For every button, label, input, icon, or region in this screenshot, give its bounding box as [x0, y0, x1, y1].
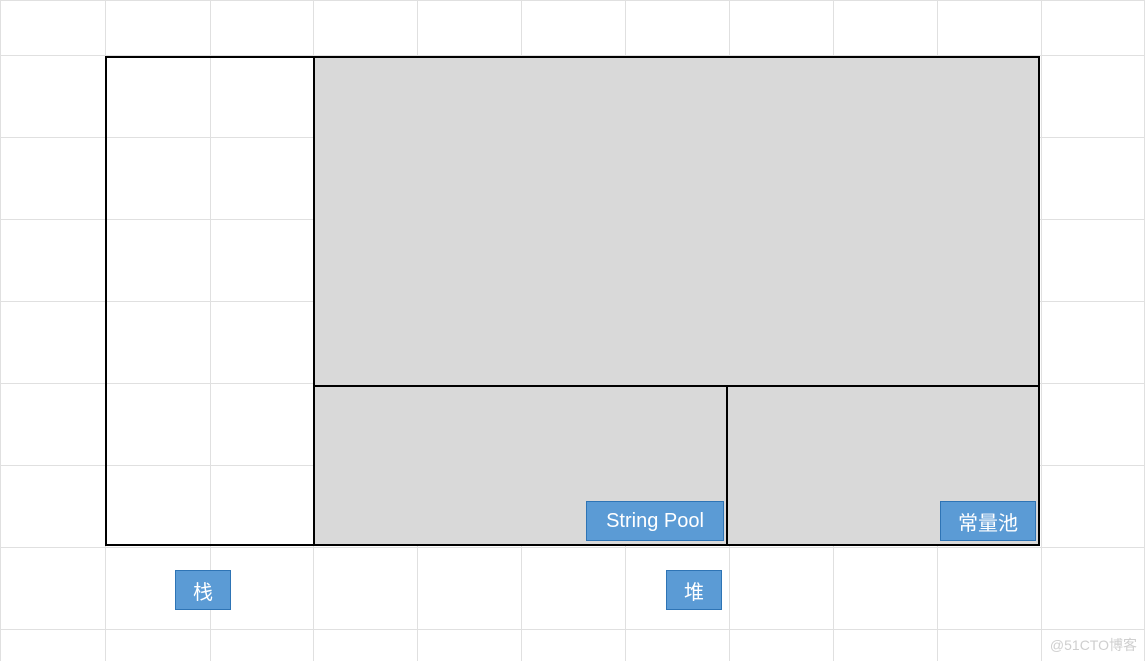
watermark-text: @51CTO博客 [1050, 635, 1137, 655]
string-pool-label: String Pool [586, 501, 724, 541]
grid-h [0, 629, 1145, 630]
grid-h [0, 0, 1145, 1]
heap-label: 堆 [666, 570, 722, 610]
constant-pool-label: 常量池 [940, 501, 1036, 541]
stack-label: 栈 [175, 570, 231, 610]
grid-v [0, 0, 1, 661]
grid-v [1041, 0, 1042, 661]
grid-h [0, 547, 1145, 548]
